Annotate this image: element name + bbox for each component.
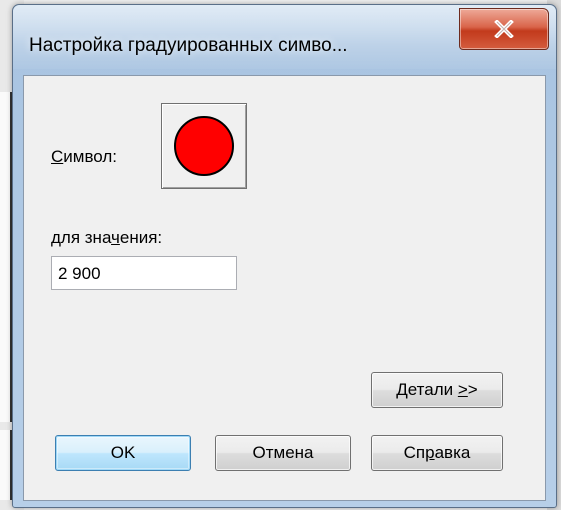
value-label-accel: ч bbox=[111, 228, 120, 247]
help-label-pre: Сп bbox=[403, 443, 426, 462]
help-label-post: авка bbox=[434, 443, 471, 462]
value-input[interactable]: 2 900 bbox=[51, 256, 237, 290]
help-button[interactable]: Справка bbox=[371, 435, 503, 471]
details-button[interactable]: Детали >> bbox=[371, 372, 503, 408]
symbol-label: Символ: bbox=[51, 147, 117, 167]
symbol-label-text: имвол: bbox=[63, 147, 118, 166]
close-icon bbox=[494, 20, 514, 38]
window-title: Настройка градуированных симво... bbox=[29, 35, 348, 56]
close-button[interactable] bbox=[459, 8, 549, 50]
cancel-button[interactable]: Отмена bbox=[215, 435, 351, 471]
value-label: для значения: bbox=[51, 228, 162, 248]
details-label-accel: > bbox=[457, 380, 468, 399]
value-label-pre: для зна bbox=[51, 228, 112, 247]
details-label: Детали bbox=[396, 380, 458, 399]
value-label-post: ения: bbox=[119, 228, 163, 247]
ok-button[interactable]: OK bbox=[55, 435, 191, 471]
red-circle-symbol-icon bbox=[174, 116, 234, 176]
background-panel bbox=[0, 92, 12, 422]
dialog-body: Символ: для значения: 2 900 Детали >> OK… bbox=[23, 75, 546, 501]
details-label-post: > bbox=[467, 380, 478, 399]
dialog-window: Настройка градуированных симво... Символ… bbox=[12, 4, 557, 508]
symbol-label-accel: С bbox=[51, 147, 64, 166]
help-label-accel: р bbox=[425, 443, 435, 462]
symbol-button[interactable] bbox=[161, 103, 247, 189]
background-panel bbox=[0, 430, 12, 500]
